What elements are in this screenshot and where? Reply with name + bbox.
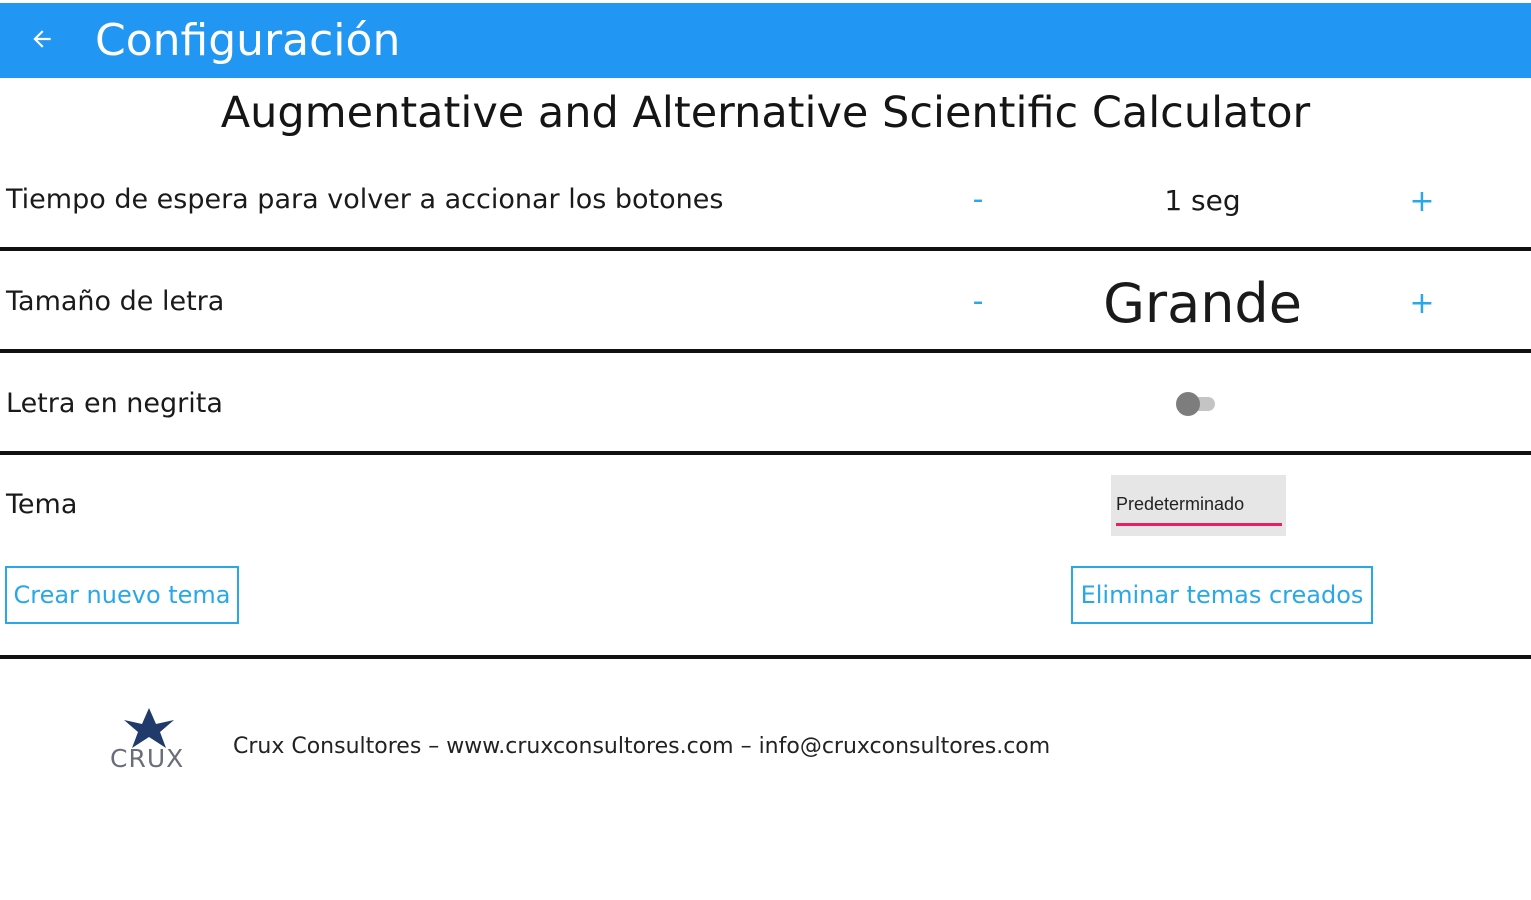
theme-selected-value: Predeterminado [1116, 494, 1245, 514]
wait-time-label: Tiempo de espera para volver a accionar … [6, 184, 724, 215]
bold-toggle[interactable] [1175, 390, 1219, 418]
back-button[interactable] [22, 19, 62, 59]
font-size-value: Grande [1103, 272, 1302, 335]
delete-themes-button[interactable]: Eliminar temas creados [1071, 566, 1373, 624]
crux-logo: CRUX [104, 706, 194, 784]
bold-label: Letra en negrita [6, 388, 223, 419]
toggle-thumb [1176, 392, 1200, 416]
theme-select[interactable]: Predeterminado [1111, 475, 1286, 536]
divider [0, 655, 1531, 659]
app-bar: Configuración [0, 0, 1531, 78]
theme-label: Tema [6, 489, 78, 520]
page-title: Configuración [95, 15, 401, 66]
footer-contact-text: Crux Consultores – www.cruxconsultores.c… [233, 734, 1051, 759]
wait-time-decrement-button[interactable]: - [958, 180, 998, 220]
font-size-increment-button[interactable]: + [1402, 284, 1442, 324]
divider [0, 349, 1531, 353]
app-name-heading: Augmentative and Alternative Scientific … [220, 88, 1311, 138]
wait-time-increment-button[interactable]: + [1402, 182, 1442, 222]
wait-time-value: 1 seg [1164, 184, 1241, 217]
font-size-decrement-button[interactable]: - [958, 282, 998, 322]
font-size-label: Tamaño de letra [6, 286, 225, 317]
logo-text: CRUX [110, 744, 185, 773]
arrow-left-icon [33, 30, 51, 48]
create-theme-button[interactable]: Crear nuevo tema [5, 566, 239, 624]
divider [0, 247, 1531, 251]
theme-underline [1116, 523, 1282, 526]
divider [0, 451, 1531, 455]
